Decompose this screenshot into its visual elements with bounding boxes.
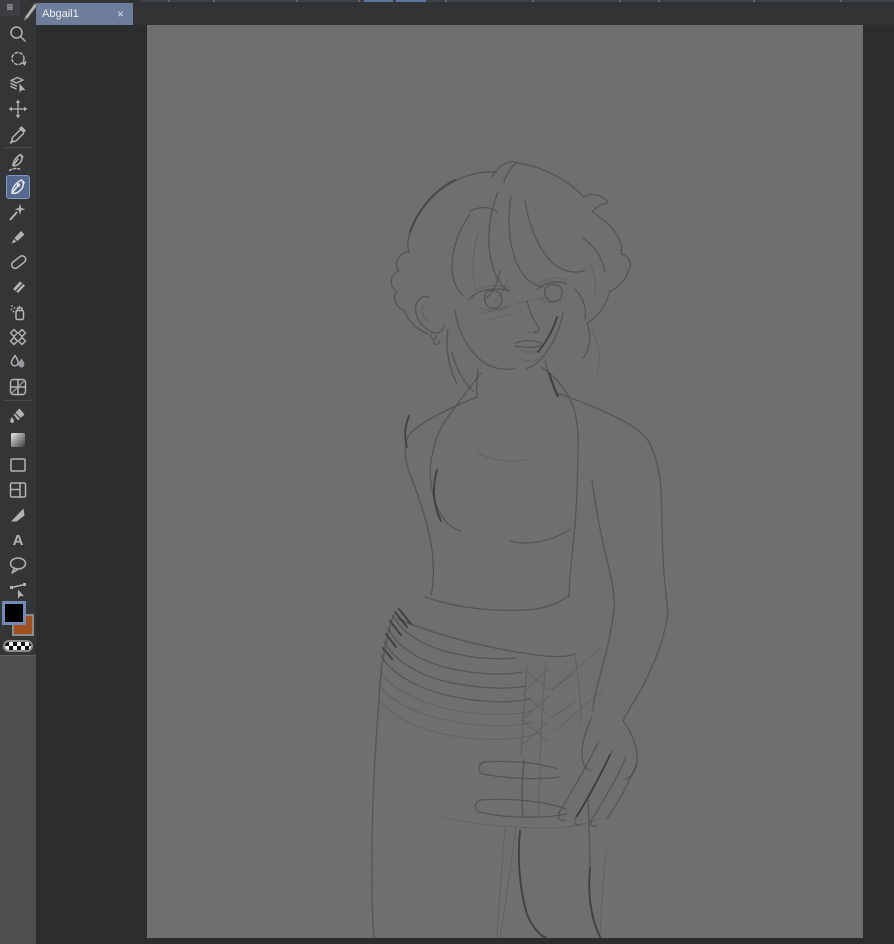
toolbox-empty-panel xyxy=(0,655,36,944)
tool-select-rect[interactable] xyxy=(0,452,36,477)
filled-nib-flag-icon xyxy=(11,508,25,521)
toolbox: ≡ A xyxy=(0,0,38,944)
toolbar-separator xyxy=(358,0,360,2)
tool-select-pen[interactable] xyxy=(0,149,36,174)
gradient-square-icon xyxy=(11,432,25,447)
tool-eyedropper[interactable] xyxy=(0,121,36,146)
rectangle-outline-icon xyxy=(10,457,26,472)
tool-mesh-transform[interactable] xyxy=(0,374,36,399)
pencil-icon xyxy=(23,2,38,22)
tool-operation[interactable] xyxy=(0,577,36,602)
node-cursor-icon xyxy=(10,582,26,598)
four-way-arrows-icon xyxy=(8,99,28,118)
tool-divide[interactable] xyxy=(0,477,36,502)
eyedropper-icon xyxy=(9,125,26,144)
speech-balloon-icon xyxy=(9,556,27,574)
paint-bucket-icon xyxy=(10,408,25,423)
water-drops-icon xyxy=(10,354,25,367)
close-icon[interactable]: × xyxy=(114,7,127,21)
diamond-lattice-icon xyxy=(9,328,27,345)
tool-blend[interactable] xyxy=(0,349,36,374)
rotate-dashed-circle-icon xyxy=(11,51,27,66)
toolbar-separator xyxy=(658,0,660,2)
pen-nib-dashed-icon xyxy=(8,153,24,171)
clipped-active-button xyxy=(364,0,393,2)
document-tab[interactable]: Abgail1 × xyxy=(36,3,133,25)
letter-a-icon: A xyxy=(13,532,24,549)
tool-list: A xyxy=(0,21,36,602)
svg-text:A: A xyxy=(13,532,24,549)
toolbar-separator xyxy=(619,0,621,2)
hamburger-menu-button[interactable]: ≡ xyxy=(0,0,20,16)
layers-cursor-icon xyxy=(10,76,26,92)
clipped-top-toolbar xyxy=(140,0,894,2)
tool-balloon[interactable] xyxy=(0,552,36,577)
panel-divide-icon xyxy=(9,481,27,498)
tool-airbrush[interactable] xyxy=(0,299,36,324)
tool-zoom[interactable] xyxy=(0,21,36,46)
tool-layer-pick[interactable] xyxy=(0,71,36,96)
magic-wand-icon xyxy=(9,203,26,220)
tool-tone[interactable] xyxy=(0,324,36,349)
tool-eraser[interactable] xyxy=(0,274,36,299)
grid-square-icon xyxy=(9,378,27,395)
foreground-color-swatch[interactable] xyxy=(2,601,26,625)
toolbar-separator xyxy=(753,0,755,2)
toolbar-separator xyxy=(213,0,215,2)
workspace xyxy=(36,25,894,944)
tool-magic-wand[interactable] xyxy=(0,199,36,224)
tool-gradient[interactable] xyxy=(0,427,36,452)
paint-app-window: Abgail1 × ≡ A xyxy=(0,0,894,944)
transparent-color-swatch[interactable] xyxy=(3,640,33,652)
document-tab-bar: Abgail1 × xyxy=(36,0,894,25)
toolbar-separator xyxy=(296,0,298,2)
tool-text[interactable]: A xyxy=(0,527,36,552)
capsule-pen-icon xyxy=(10,254,27,269)
tool-move[interactable] xyxy=(0,96,36,121)
eraser-icon xyxy=(13,281,25,293)
toolbar-separator xyxy=(168,0,170,2)
spray-can-icon xyxy=(10,304,25,320)
color-swatches xyxy=(0,601,36,655)
artwork-sketch xyxy=(371,161,669,938)
tool-select-lasso-pen[interactable] xyxy=(0,502,36,527)
tool-pencil[interactable] xyxy=(0,249,36,274)
toolbar-separator xyxy=(840,0,842,2)
tool-rotate-canvas[interactable] xyxy=(0,46,36,71)
magnifier-icon xyxy=(10,25,26,42)
tool-fill[interactable] xyxy=(0,402,36,427)
toolbar-separator xyxy=(532,0,534,2)
drawing-canvas[interactable] xyxy=(147,25,863,938)
tool-brush[interactable] xyxy=(0,224,36,249)
clipped-active-button xyxy=(396,0,426,2)
document-tab-title: Abgail1 xyxy=(42,8,79,20)
tool-pen[interactable] xyxy=(0,174,36,199)
pen-nib-icon xyxy=(11,178,25,194)
toolbar-separator xyxy=(445,0,447,2)
marker-brush-icon xyxy=(11,230,25,243)
